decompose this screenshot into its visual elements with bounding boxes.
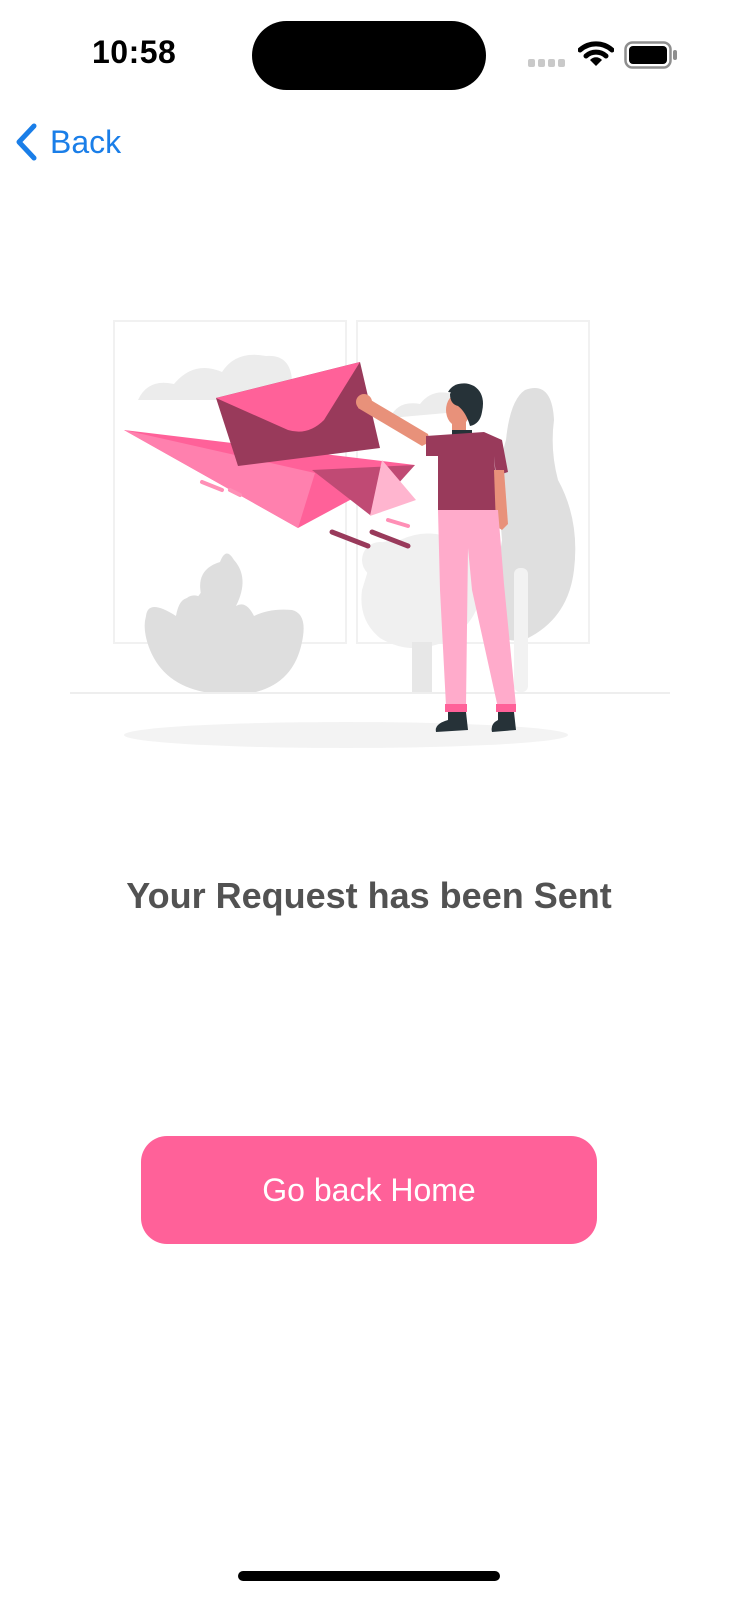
go-back-home-button[interactable]: Go back Home (141, 1136, 597, 1244)
dynamic-island (252, 21, 486, 90)
cellular-signal-icon (528, 59, 565, 67)
person-sending-envelope-illustration (70, 320, 670, 748)
battery-icon (624, 41, 677, 69)
chevron-left-icon (16, 123, 37, 161)
go-back-home-label: Go back Home (262, 1171, 476, 1208)
home-indicator[interactable] (238, 1571, 500, 1581)
back-button[interactable]: Back (14, 120, 121, 164)
wifi-icon (578, 41, 614, 66)
request-sent-heading: Your Request has been Sent (126, 875, 612, 916)
status-time: 10:58 (92, 34, 177, 70)
back-button-label: Back (50, 123, 122, 160)
status-bar: 10:58 (0, 0, 738, 110)
